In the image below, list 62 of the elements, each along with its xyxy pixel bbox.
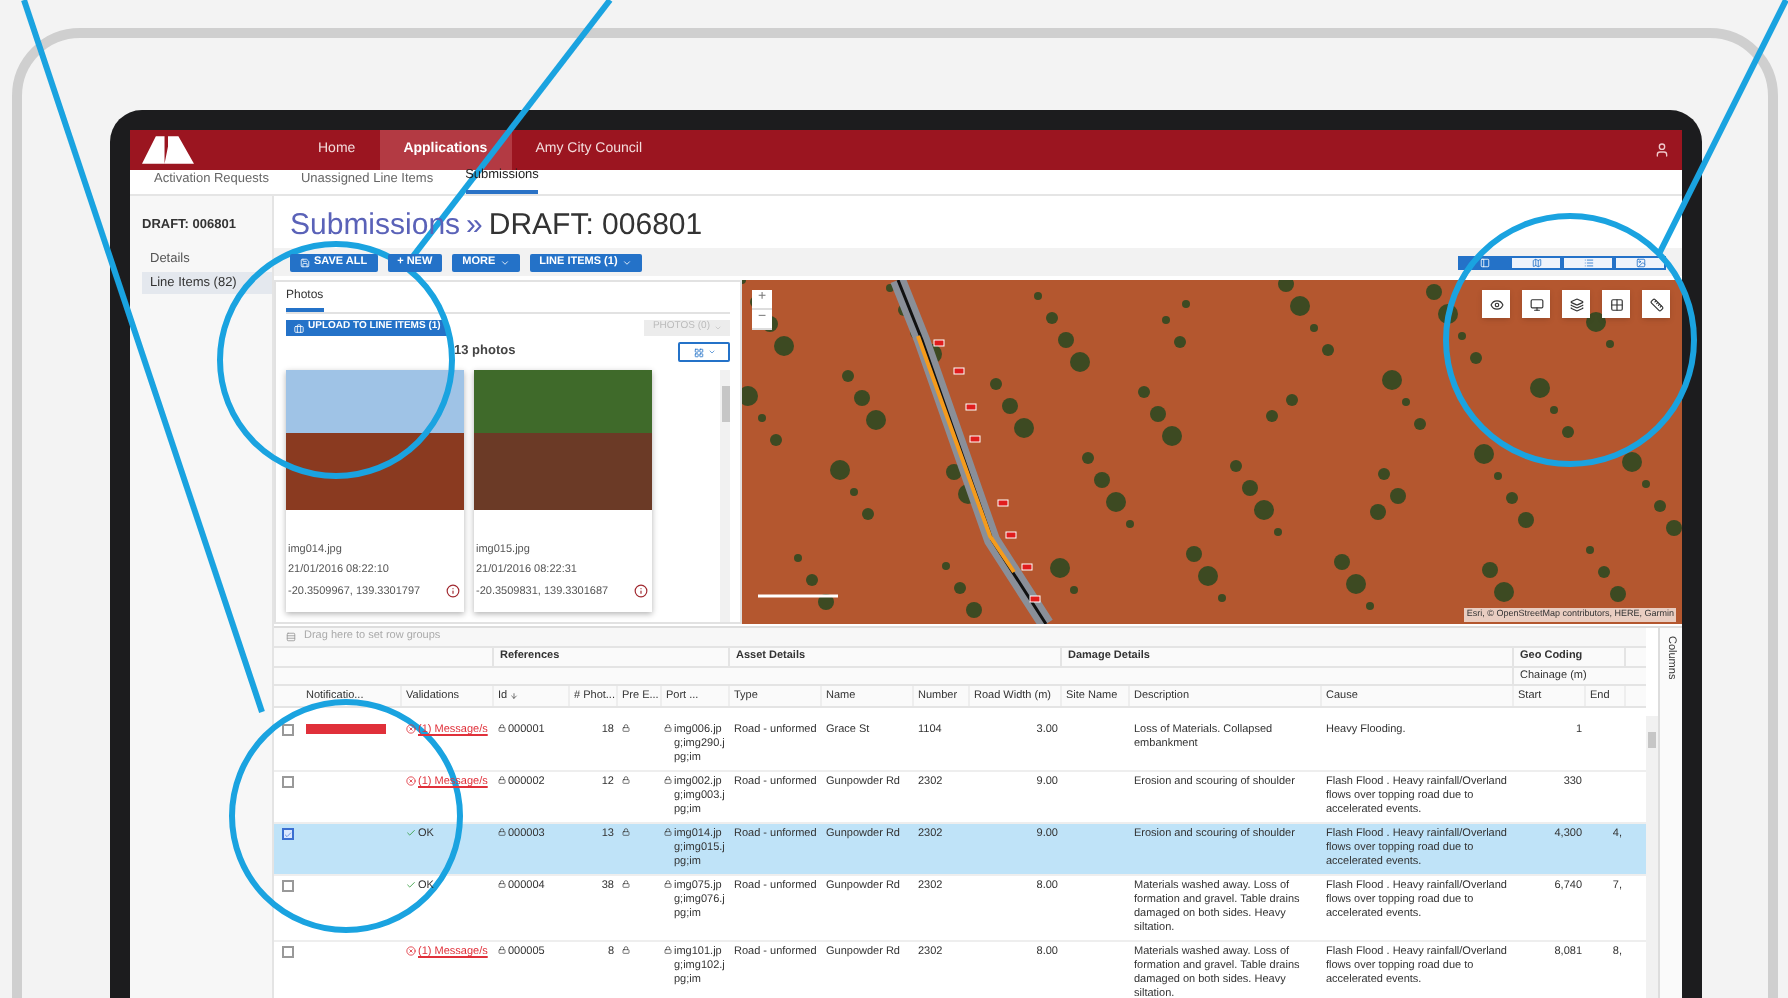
monitor-icon <box>1529 297 1543 311</box>
lock-icon <box>498 828 506 836</box>
lock-icon <box>664 946 672 954</box>
view-tab[interactable] <box>1562 255 1614 269</box>
info-icon[interactable] <box>634 584 648 599</box>
check-icon <box>284 829 292 839</box>
lock-icon <box>498 880 506 888</box>
eye-icon <box>1489 297 1503 311</box>
caret-icon <box>499 257 510 267</box>
table-row[interactable] <box>274 824 1646 876</box>
lock-icon <box>664 880 672 888</box>
map-tool-button[interactable] <box>1482 290 1510 318</box>
table-row[interactable] <box>274 772 1646 824</box>
logo-icon <box>142 136 194 164</box>
lock-icon <box>622 946 630 954</box>
map-tool-button[interactable] <box>1562 290 1590 318</box>
map-tool-button[interactable] <box>1522 290 1550 318</box>
lock-icon <box>664 776 672 784</box>
map-tool-button[interactable] <box>1602 290 1630 318</box>
grid-icon <box>1609 297 1623 311</box>
view-icon <box>1479 257 1489 267</box>
briefcase-icon <box>294 323 304 333</box>
view-icon <box>1583 257 1593 267</box>
check-icon <box>406 828 416 838</box>
error-icon <box>406 724 416 734</box>
row-groups-icon <box>286 632 296 642</box>
view-icon <box>1635 257 1645 267</box>
view-tab[interactable] <box>1510 255 1562 269</box>
info-icon[interactable] <box>446 584 460 599</box>
lock-icon <box>664 724 672 732</box>
lock-icon <box>498 946 506 954</box>
lock-icon <box>498 724 506 732</box>
row-checkbox[interactable] <box>282 828 294 840</box>
lock-icon <box>498 776 506 784</box>
row-checkbox[interactable] <box>282 880 294 892</box>
lock-icon <box>622 828 630 836</box>
scrollbar[interactable] <box>1646 716 1658 998</box>
user-icon[interactable] <box>1654 142 1670 158</box>
grid-icon <box>693 347 703 357</box>
error-icon <box>406 946 416 956</box>
view-icon <box>1531 257 1541 267</box>
scrollbar[interactable] <box>720 370 730 622</box>
layers-icon <box>1569 297 1583 311</box>
lock-icon <box>622 724 630 732</box>
table-row[interactable] <box>274 876 1646 942</box>
view-tab[interactable] <box>1614 255 1666 269</box>
breadcrumb-separator: » <box>466 206 483 247</box>
lock-icon <box>622 880 630 888</box>
error-icon <box>406 776 416 786</box>
row-checkbox[interactable] <box>282 946 294 958</box>
view-toggle-button[interactable] <box>678 342 730 362</box>
row-checkbox[interactable] <box>282 776 294 788</box>
lock-icon <box>664 828 672 836</box>
save-icon <box>300 257 310 267</box>
check-icon <box>406 880 416 890</box>
row-checkbox[interactable] <box>282 724 294 736</box>
scale-bar-icon <box>758 592 838 600</box>
page-title: DRAFT: 006801 <box>488 206 703 247</box>
lock-icon <box>622 776 630 784</box>
caret-icon <box>621 257 632 267</box>
ruler-icon <box>1649 297 1663 311</box>
map-tool-button[interactable] <box>1642 290 1670 318</box>
